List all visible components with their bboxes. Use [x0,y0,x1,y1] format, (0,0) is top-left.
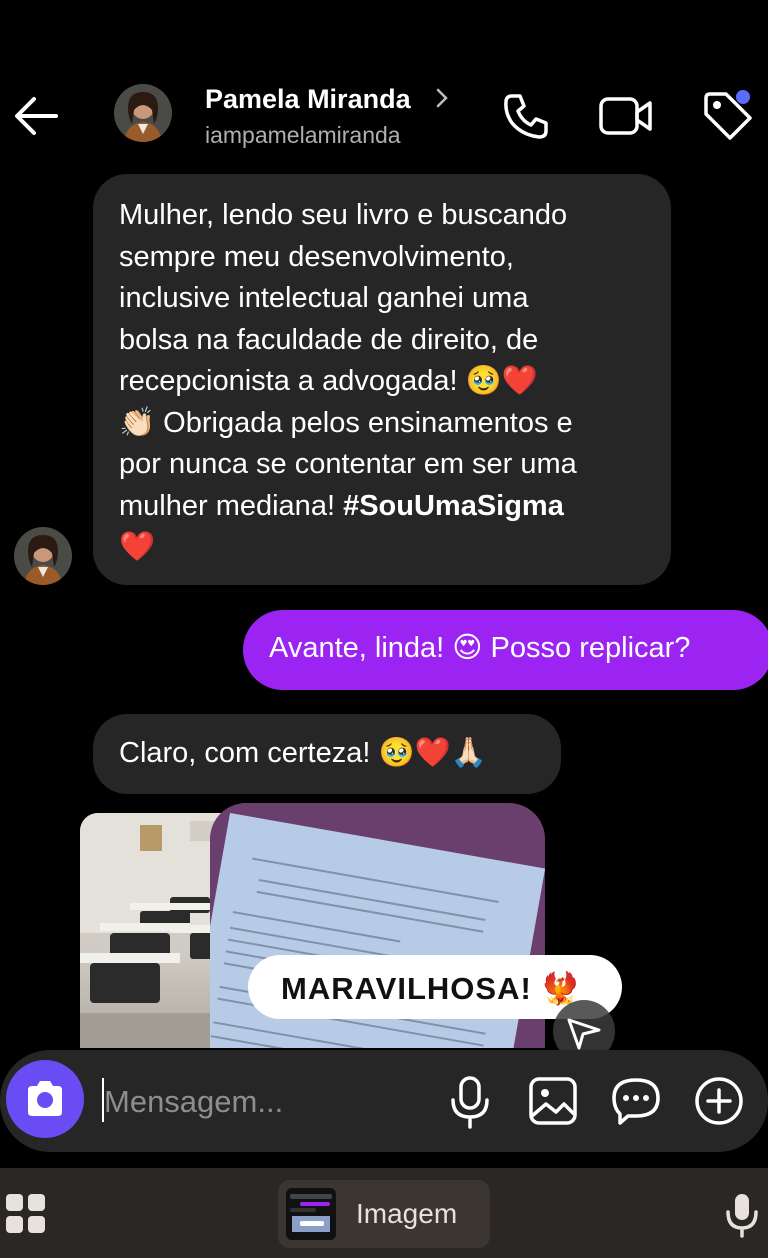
video-camera-icon [599,97,652,135]
voice-call-button[interactable] [500,90,552,142]
outgoing-message-bubble[interactable]: Avante, linda! 😍 Posso replicar? [243,610,768,690]
grid-icon [6,1194,45,1233]
image-icon [529,1077,577,1125]
message-line: inclusive intelectual ganhei uma [119,282,529,314]
chat-header: Pamela Miranda iampamelamiranda [0,60,768,170]
message-line: 👏🏻 Obrigada pelos ensinamentos e [119,406,573,439]
hashtag-link[interactable]: #SouUmaSigma [343,490,564,522]
phone-icon [504,94,548,139]
message-line: Mulher, lendo seu livro e buscando [119,199,568,231]
sticker-button[interactable] [610,1076,662,1126]
chevron-right-icon[interactable] [432,84,452,112]
sticker-icon [612,1078,660,1125]
contact-name[interactable]: Pamela Miranda [205,84,411,115]
back-button[interactable] [8,88,64,144]
contact-handle: iampamelamiranda [205,122,401,148]
arrow-left-icon [15,97,58,135]
plus-icon [695,1077,743,1125]
apps-grid-button[interactable] [4,1192,48,1236]
message-line: recepcionista a advogada! 🥹❤️ [119,365,538,397]
tag-button[interactable] [700,88,756,144]
message-line: bolsa na faculdade de direito, de [119,323,539,356]
message-line: ❤️ [119,531,156,563]
message-text: Avante, linda! 😍 Posso replicar? [269,632,691,664]
more-options-button[interactable] [694,1076,744,1126]
message-input[interactable] [102,1078,422,1126]
microphone-icon [726,1194,758,1238]
text-cursor [102,1078,104,1122]
video-call-button[interactable] [598,94,654,138]
message-line: sempre meu desenvolvimento, [119,240,514,273]
voice-message-button[interactable] [448,1074,492,1130]
incoming-message-bubble[interactable]: Mulher, lendo seu livro e buscando sempr… [93,174,671,585]
microphone-icon [451,1076,489,1129]
clipboard-suggestion[interactable]: Imagem [278,1180,490,1248]
message-text: Claro, com certeza! 🥹❤️🙏🏻 [119,737,487,769]
message-text: mulher mediana! [119,489,344,522]
keyboard-toolbar: Imagem [0,1168,768,1258]
message-line: por nunca se contentar em ser uma [119,448,577,480]
gallery-button[interactable] [528,1076,578,1126]
clipboard-label: Imagem [356,1198,458,1229]
sender-avatar[interactable] [14,527,72,585]
notification-dot [736,90,750,104]
camera-button[interactable] [6,1060,84,1138]
contact-avatar[interactable] [114,84,172,142]
camera-icon [28,1081,62,1116]
clipboard-thumbnail [286,1188,336,1240]
message-line: mulher mediana! #SouUmaSigma [119,486,645,528]
keyboard-voice-button[interactable] [722,1192,762,1238]
incoming-message-bubble[interactable]: Claro, com certeza! 🥹❤️🙏🏻 [93,714,561,794]
